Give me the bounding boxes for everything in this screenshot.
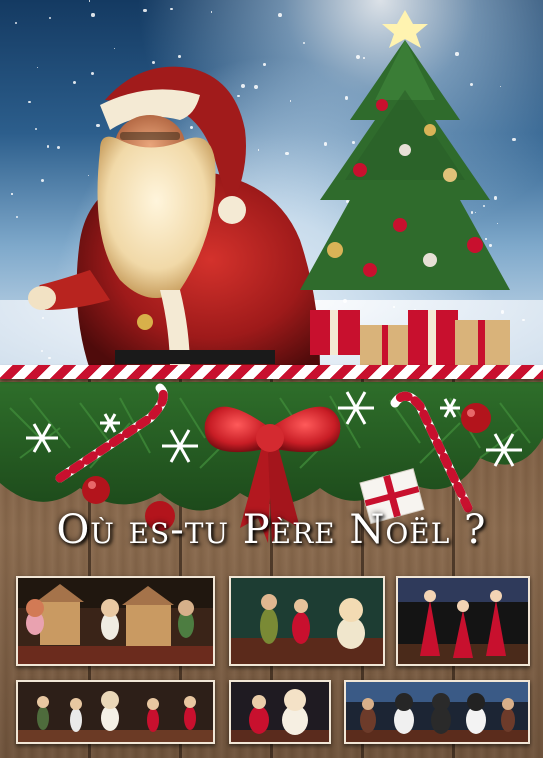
snowflake <box>14 21 17 24</box>
poster: Où es-tu Père Noël ? <box>0 0 543 758</box>
stage-photo-cabins <box>16 576 215 666</box>
candy-cane-ribbon <box>0 365 543 379</box>
snowflake <box>277 12 282 17</box>
snowflake <box>91 13 95 17</box>
stage-photo-penguins <box>344 680 530 744</box>
christmas-tree <box>300 10 510 365</box>
snowflake <box>11 193 13 195</box>
stage-photo-dancers-red <box>396 576 530 666</box>
stage-photo-teddy <box>229 680 331 744</box>
snowflake <box>142 8 147 13</box>
stage-photo-dance-line <box>16 680 215 744</box>
gift-box-icon <box>310 310 510 365</box>
snowflake <box>178 55 182 58</box>
snowflake <box>522 318 525 322</box>
poster-title: Où es-tu Père Noël ? <box>56 507 487 553</box>
snowflake <box>170 7 173 11</box>
snowflake <box>15 216 18 219</box>
stage-photo-elves <box>229 576 385 666</box>
